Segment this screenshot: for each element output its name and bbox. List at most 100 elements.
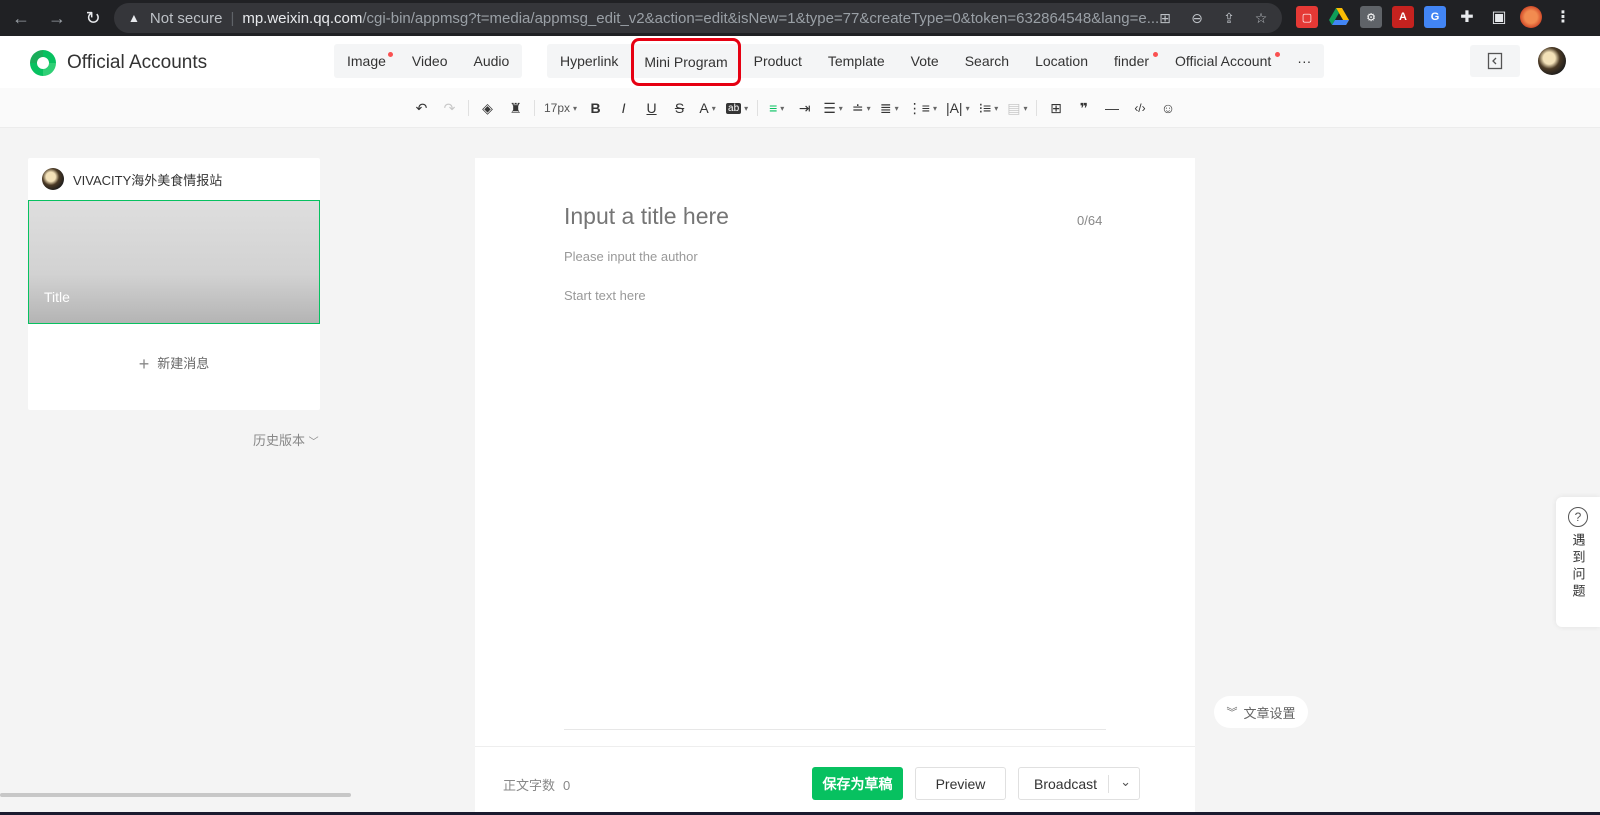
url-path: /cgi-bin/appmsg?t=media/appmsg_edit_v2&a… bbox=[362, 9, 1160, 27]
double-chevron-down-icon: ︾ bbox=[1226, 707, 1238, 719]
brand-logo[interactable]: Official Accounts bbox=[27, 47, 207, 79]
text-align-icon[interactable]: ☰ bbox=[823, 97, 843, 119]
new-dot bbox=[1153, 52, 1159, 57]
share-icon[interactable]: ⇪ bbox=[1220, 10, 1238, 27]
insert-audio-label: Audio bbox=[473, 53, 510, 69]
help-label: 遇到问题 bbox=[1570, 533, 1586, 601]
insert-template[interactable]: Template bbox=[815, 44, 898, 78]
zoom-icon[interactable]: ⊖ bbox=[1188, 10, 1206, 27]
insert-product-label: Product bbox=[753, 53, 802, 69]
undo-icon[interactable]: ↶ bbox=[412, 97, 431, 119]
article-cover-card[interactable]: Title bbox=[28, 200, 320, 324]
float-image-icon[interactable]: ▤ bbox=[1007, 97, 1027, 119]
insert-official-account[interactable]: Official Account bbox=[1162, 44, 1284, 78]
side-panel-icon[interactable]: ▣ bbox=[1488, 6, 1510, 28]
letter-spacing-icon[interactable]: ⋮≡ bbox=[908, 97, 937, 119]
insert-location[interactable]: Location bbox=[1022, 44, 1101, 78]
indent-icon[interactable]: ⇥ bbox=[795, 97, 814, 119]
horizontal-scrollbar[interactable] bbox=[0, 793, 351, 797]
cover-title: Title bbox=[44, 289, 70, 305]
preview-button[interactable]: Preview bbox=[915, 767, 1006, 800]
more-insert-button[interactable]: ··· bbox=[1284, 44, 1324, 78]
profile-avatar[interactable] bbox=[1520, 6, 1542, 28]
save-draft-button[interactable]: 保存为草稿 bbox=[812, 767, 903, 800]
insert-video[interactable]: Video bbox=[399, 44, 461, 78]
font-size-select[interactable]: 17px bbox=[544, 97, 577, 119]
broadcast-button[interactable]: Broadcast ⌄ bbox=[1018, 767, 1140, 800]
quote-icon[interactable]: ❞ bbox=[1074, 97, 1093, 119]
insert-template-label: Template bbox=[827, 53, 885, 69]
redo-icon[interactable]: ↷ bbox=[440, 97, 459, 119]
bookmark-star-icon[interactable]: ☆ bbox=[1252, 10, 1270, 27]
puzzle-extensions-icon[interactable]: ✚ bbox=[1456, 6, 1478, 28]
body-editor[interactable]: Start text here bbox=[564, 288, 646, 303]
reload-icon[interactable]: ↻ bbox=[82, 8, 104, 29]
pdf-extension-icon[interactable]: A bbox=[1392, 6, 1414, 28]
insert-finder-label: finder bbox=[1114, 53, 1150, 69]
line-height-icon[interactable]: ≣ bbox=[880, 97, 899, 119]
paragraph-spacing-icon[interactable]: ≐ bbox=[852, 97, 871, 119]
insert-finder[interactable]: finder bbox=[1101, 44, 1162, 78]
extension-icon[interactable]: ⚙ bbox=[1360, 6, 1382, 28]
divider bbox=[757, 100, 759, 116]
bold-icon[interactable]: B bbox=[586, 97, 605, 119]
chevron-down-icon[interactable]: ⌄ bbox=[1120, 774, 1131, 790]
title-input[interactable] bbox=[564, 203, 1064, 230]
emoji-icon[interactable]: ☺ bbox=[1158, 97, 1177, 119]
strikethrough-icon[interactable]: S bbox=[670, 97, 689, 119]
article-settings-button[interactable]: ︾ 文章设置 bbox=[1214, 696, 1308, 728]
clear-format-icon[interactable]: ◈ bbox=[478, 97, 497, 119]
account-avatar[interactable] bbox=[1538, 47, 1566, 75]
address-bar[interactable]: ▲ Not secure | mp.weixin.qq.com /cgi-bin… bbox=[114, 3, 1282, 33]
highlight-color-icon[interactable]: ab bbox=[726, 97, 748, 119]
divider bbox=[534, 100, 535, 116]
insert-audio[interactable]: Audio bbox=[460, 44, 522, 78]
table-icon[interactable]: ⊞ bbox=[1046, 97, 1065, 119]
editor-footer: 正文字数 0 保存为草稿 Preview Broadcast ⌄ bbox=[475, 746, 1195, 815]
divider bbox=[564, 729, 1106, 730]
history-versions-dropdown[interactable]: 历史版本 ﹀ bbox=[253, 430, 319, 449]
format-painter-icon[interactable]: ♜ bbox=[506, 97, 525, 119]
format-toolbar: ↶ ↷ ◈ ♜ 17px B I U S A ab ≡ ⇥ ☰ ≐ ≣ ⋮≡ |… bbox=[0, 88, 1600, 128]
translate-icon[interactable]: ⊞ bbox=[1156, 10, 1174, 27]
warning-icon: ▲ bbox=[128, 11, 140, 25]
align-left-icon[interactable]: ≡ bbox=[767, 97, 786, 119]
insert-hyperlink-label: Hyperlink bbox=[560, 53, 619, 69]
question-icon: ? bbox=[1568, 507, 1588, 527]
italic-icon[interactable]: I bbox=[614, 97, 633, 119]
insert-link-group: Hyperlink Mini Program Product Template … bbox=[547, 37, 1325, 86]
author-input[interactable]: Please input the author bbox=[564, 249, 698, 264]
back-icon[interactable]: ← bbox=[10, 8, 32, 29]
code-icon[interactable]: ‹/› bbox=[1130, 97, 1149, 119]
insert-media-group: Image Video Audio bbox=[334, 44, 523, 78]
insert-hyperlink[interactable]: Hyperlink bbox=[547, 44, 631, 78]
pocket-extension-icon[interactable]: ▢ bbox=[1296, 6, 1318, 28]
help-widget[interactable]: ? 遇到问题 bbox=[1556, 497, 1600, 627]
security-label: Not secure bbox=[149, 9, 223, 27]
font-color-icon[interactable]: A bbox=[698, 97, 717, 119]
forward-icon[interactable]: → bbox=[46, 8, 68, 29]
insert-location-label: Location bbox=[1035, 53, 1088, 69]
insert-vote[interactable]: Vote bbox=[898, 44, 952, 78]
insert-mini-program[interactable]: Mini Program bbox=[631, 37, 741, 86]
menu-icon[interactable]: ⋮ bbox=[1552, 6, 1574, 28]
url-host: mp.weixin.qq.com bbox=[242, 9, 363, 27]
google-drive-icon[interactable] bbox=[1328, 6, 1350, 28]
new-message-button[interactable]: + 新建消息 bbox=[28, 353, 320, 375]
insert-image-label: Image bbox=[347, 53, 386, 69]
bulleted-list-icon[interactable]: ⁝≡ bbox=[979, 97, 999, 119]
insert-search[interactable]: Search bbox=[952, 44, 1022, 78]
separator: | bbox=[230, 9, 235, 27]
insert-mini-program-label: Mini Program bbox=[644, 53, 728, 70]
text-width-icon[interactable]: |A| bbox=[946, 97, 970, 119]
insert-product[interactable]: Product bbox=[741, 44, 815, 78]
insert-image[interactable]: Image bbox=[334, 44, 399, 78]
title-char-count: 0/64 bbox=[1077, 213, 1103, 228]
account-avatar-small bbox=[42, 168, 64, 190]
underline-icon[interactable]: U bbox=[642, 97, 661, 119]
brand-name: Official Accounts bbox=[67, 52, 208, 73]
horizontal-rule-icon[interactable]: — bbox=[1102, 97, 1121, 119]
google-translate-icon[interactable]: G bbox=[1424, 6, 1446, 28]
word-count-label: 正文字数 bbox=[503, 778, 556, 793]
toggle-panel-button[interactable] bbox=[1470, 45, 1520, 77]
